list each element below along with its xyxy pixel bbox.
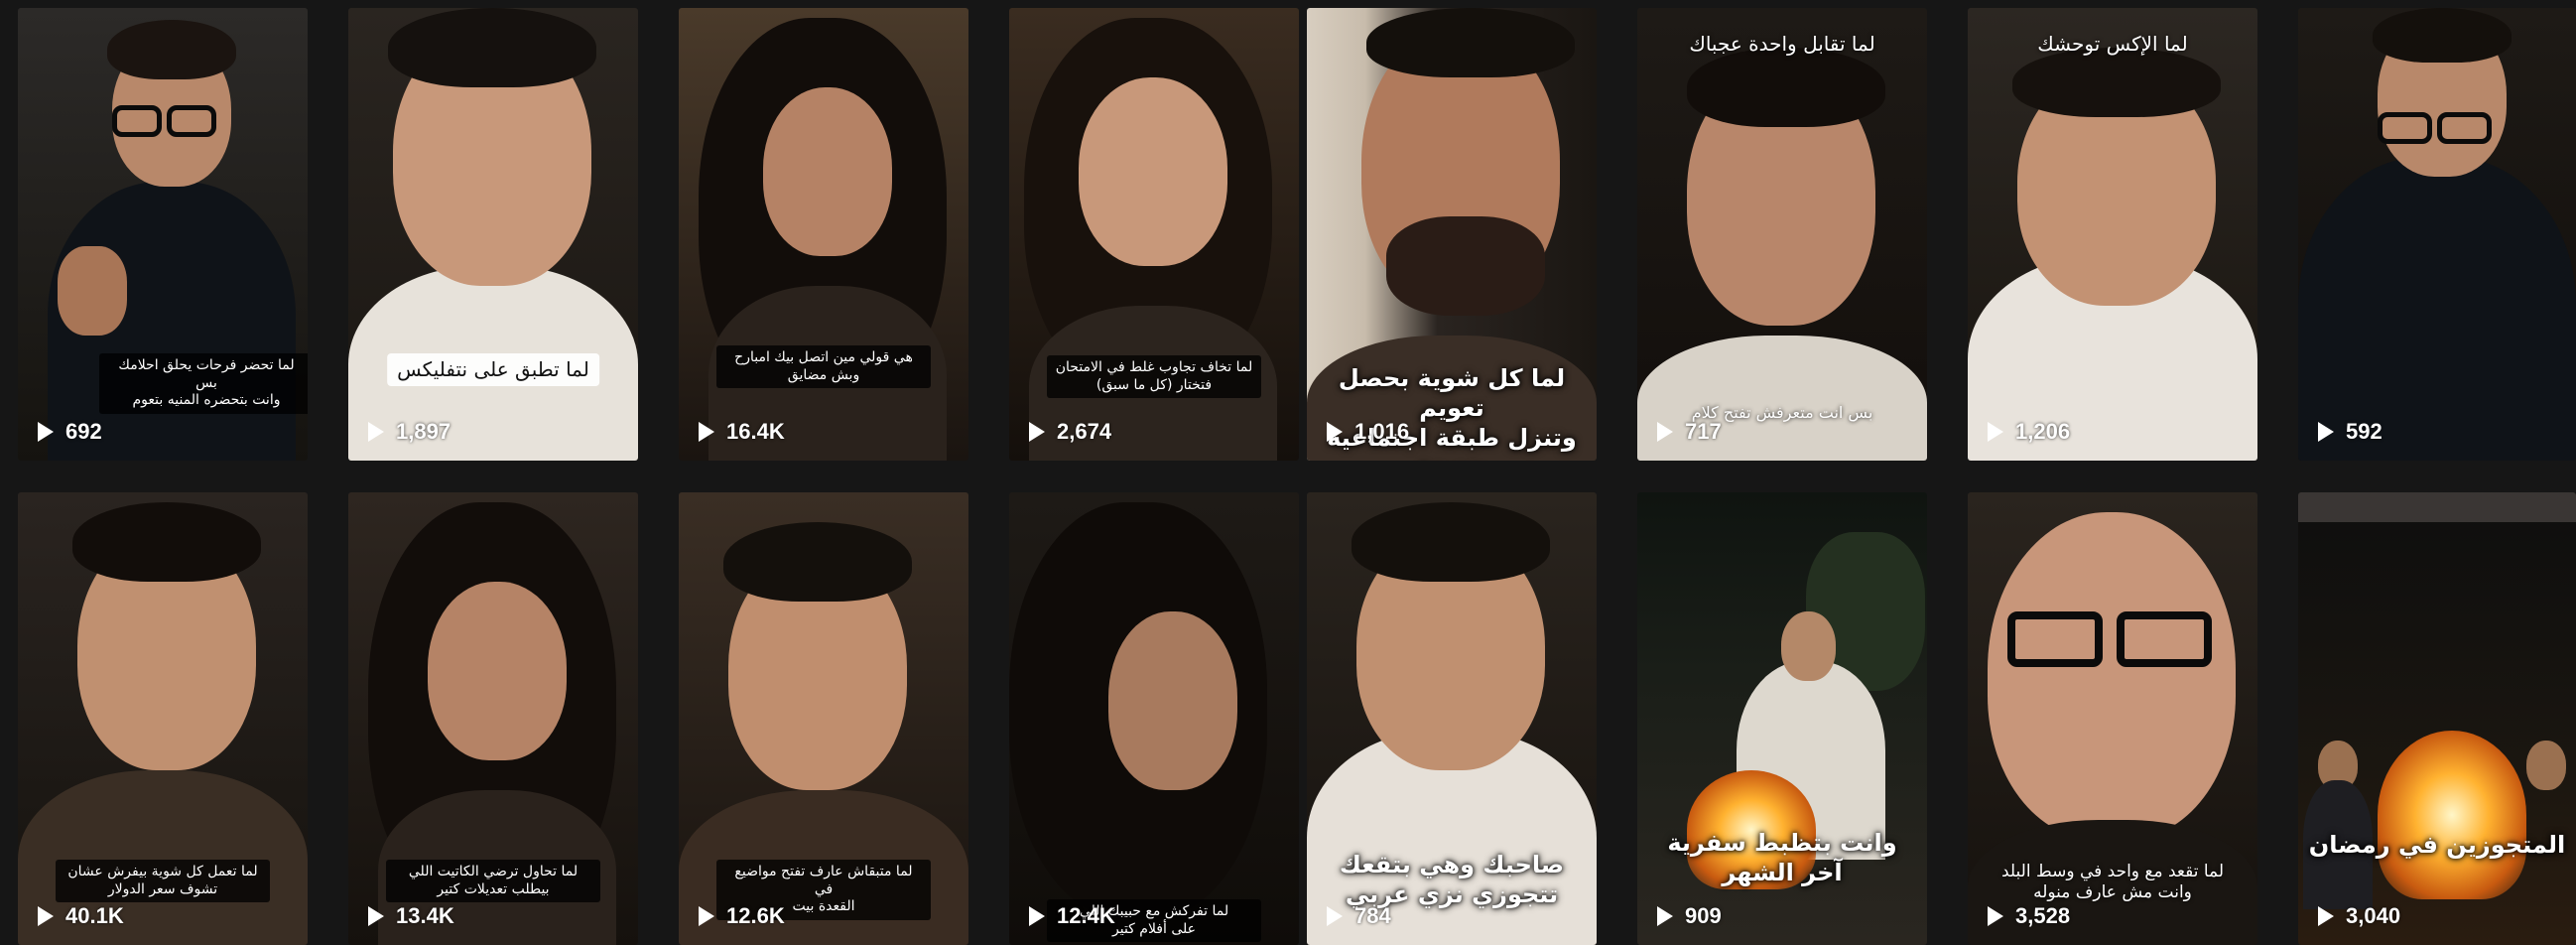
view-count: 3,528 bbox=[1988, 903, 2070, 929]
play-icon bbox=[368, 422, 384, 442]
play-icon bbox=[1327, 422, 1343, 442]
video-tile[interactable]: 592 bbox=[2298, 8, 2576, 461]
video-caption: لما الإكس توحشك bbox=[2037, 32, 2188, 56]
video-caption: لما تعمل كل شوية بيفرش عشان تشوف سعر الد… bbox=[56, 860, 270, 902]
video-caption: لما كل شوية بحصل تعويم وتنزل طبقة اجتماع… bbox=[1327, 364, 1577, 461]
play-icon bbox=[1029, 906, 1045, 926]
play-icon bbox=[2318, 422, 2334, 442]
video-caption: لما تحضر فرحات يحلق احلامك بس وانت بتحضر… bbox=[99, 353, 308, 414]
video-tile[interactable]: لما الإكس توحشك 1,206 bbox=[1968, 8, 2257, 461]
view-count: 692 bbox=[38, 419, 102, 445]
play-icon bbox=[1988, 422, 2003, 442]
video-caption: وانت بتظبط سفرية آخر الشهر bbox=[1667, 829, 1897, 886]
view-count: 12.4K bbox=[1029, 903, 1115, 929]
play-icon bbox=[1657, 422, 1673, 442]
view-count: 909 bbox=[1657, 903, 1722, 929]
video-caption: لما تحاول ترضي الكاتيت اللي بيطلب تعديلا… bbox=[386, 860, 600, 902]
video-tile[interactable]: لما تقعد مع واحد في وسط البلد وانت مش عا… bbox=[1968, 492, 2257, 945]
view-count: 784 bbox=[1327, 903, 1391, 929]
view-count: 3,040 bbox=[2318, 903, 2400, 929]
play-icon bbox=[1657, 906, 1673, 926]
view-count: 717 bbox=[1657, 419, 1722, 445]
video-tile[interactable]: لما تقابل واحدة عجباك بس انت متعرفش تفتح… bbox=[1637, 8, 1927, 461]
view-count: 13.4K bbox=[368, 903, 454, 929]
video-tile[interactable]: المتجوزين في رمضان 3,040 bbox=[2298, 492, 2576, 945]
video-caption: صاحبك وهي بتقعك تتجوزي نزي عربي bbox=[1339, 851, 1565, 908]
play-icon bbox=[1988, 906, 2003, 926]
video-tile[interactable]: لما تحضر فرحات يحلق احلامك بس وانت بتحضر… bbox=[18, 8, 308, 461]
view-count: 1,897 bbox=[368, 419, 451, 445]
video-caption: المتجوزين في رمضان bbox=[2308, 831, 2566, 859]
video-caption: لما تطبق على نتفليكس bbox=[387, 353, 599, 386]
view-count: 1,016 bbox=[1327, 419, 1409, 445]
video-grid: لما تحضر فرحات يحلق احلامك بس وانت بتحضر… bbox=[0, 0, 2576, 945]
video-tile[interactable]: وانت بتظبط سفرية آخر الشهر 909 bbox=[1637, 492, 1927, 945]
video-tile[interactable]: هي قولي مين اتصل بيك امبارح وبش مضايق 16… bbox=[679, 8, 968, 461]
play-icon bbox=[2318, 906, 2334, 926]
view-count: 2,674 bbox=[1029, 419, 1111, 445]
video-tile[interactable]: صاحبك وهي بتقعك تتجوزي نزي عربي 784 bbox=[1307, 492, 1597, 945]
view-count: 16.4K bbox=[699, 419, 785, 445]
play-icon bbox=[1327, 906, 1343, 926]
view-count: 592 bbox=[2318, 419, 2383, 445]
play-icon bbox=[38, 422, 54, 442]
video-caption: لما تقعد مع واحد في وسط البلد وانت مش عا… bbox=[2000, 862, 2225, 903]
video-tile[interactable]: لما تعمل كل شوية بيفرش عشان تشوف سعر الد… bbox=[18, 492, 308, 945]
play-icon bbox=[38, 906, 54, 926]
video-caption: لما تخاف تجاوب غلط في الامتحان فتختار (ك… bbox=[1047, 355, 1261, 398]
view-count: 1,206 bbox=[1988, 419, 2070, 445]
video-tile[interactable]: لما تفركش مع حبيبك اللي على أفلام كتير 1… bbox=[1009, 492, 1299, 945]
video-tile[interactable]: لما تخاف تجاوب غلط في الامتحان فتختار (ك… bbox=[1009, 8, 1299, 461]
video-caption: لما تقابل واحدة عجباك bbox=[1689, 32, 1875, 56]
view-count: 40.1K bbox=[38, 903, 124, 929]
play-icon bbox=[699, 906, 714, 926]
play-icon bbox=[368, 906, 384, 926]
play-icon bbox=[1029, 422, 1045, 442]
video-tile[interactable]: لما تحاول ترضي الكاتيت اللي بيطلب تعديلا… bbox=[348, 492, 638, 945]
play-icon bbox=[699, 422, 714, 442]
view-count: 12.6K bbox=[699, 903, 785, 929]
video-tile[interactable]: لما تطبق على نتفليكس 1,897 bbox=[348, 8, 638, 461]
video-tile[interactable]: لما كل شوية بحصل تعويم وتنزل طبقة اجتماع… bbox=[1307, 8, 1597, 461]
video-tile[interactable]: لما متبقاش عارف تفتح مواضيع في القعدة بي… bbox=[679, 492, 968, 945]
video-caption: هي قولي مين اتصل بيك امبارح وبش مضايق bbox=[716, 345, 931, 388]
